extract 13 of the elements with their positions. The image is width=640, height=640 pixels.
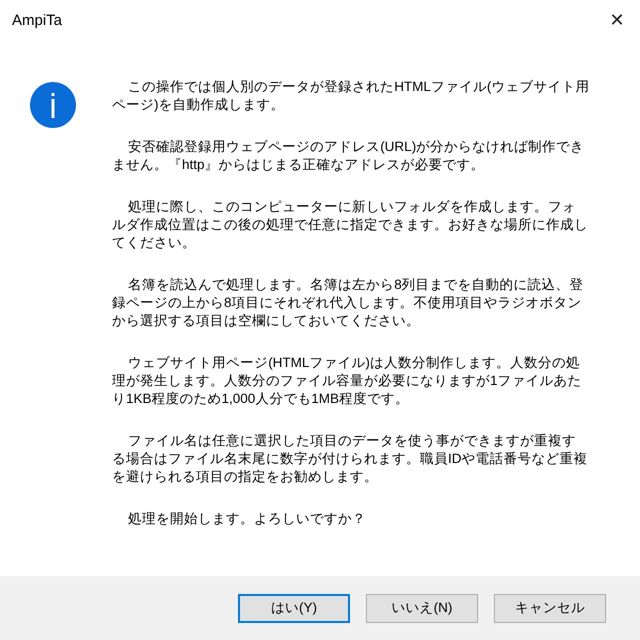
dialog-button[interactable]: キャンセル	[494, 594, 606, 622]
message-text: ファイル名は任意に選択した項目のデータを使う事ができますが重複する場合はファイル名末尾に数字が付けられます。職員IDや電話番号など重複を避けられる項目の指定をお勧めします。	[112, 432, 588, 486]
message-text: この操作では個人別のデータが登録されたHTMLファイル(ウェブサイト用ページ)を自動作成します。	[112, 78, 590, 114]
message-text: 処理に際し、このコンピューターに新しいフォルダを作成します。フォルダ作成位置はこの後の処理で任意に指定できます。お好きな場所に作成してください。	[112, 198, 589, 252]
message-text: ウェブサイト用ページ(HTMLファイル)は人数分制作します。人数分の処理が発生します。人数分のファイル容量が必要になりますが1ファイルあたり1KB程度のため1,000人分でも1MB程度です。	[112, 354, 583, 408]
dialog-button[interactable]: はい(Y)	[238, 594, 350, 622]
message-text: 安否確認登録用ウェブページのアドレス(URL)が分からなければ制作できません。『http』からはじまる正確なアドレスが必要です。	[112, 138, 586, 174]
window-title: AmpiTa	[12, 12, 62, 28]
info-icon	[30, 82, 76, 128]
close-button[interactable]: ✕	[594, 0, 640, 40]
message-text: 名簿を読込んで処理します。名簿は左から8列目までを自動的に読込、登録ページの上から8項目にそれぞれ代入します。不使用項目やラジオボタンから選択する項目は空欄にしておいてください。	[112, 276, 585, 330]
dialog-button[interactable]: いいえ(N)	[366, 594, 478, 622]
message-text: 処理を開始します。よろしいですか？	[127, 510, 368, 528]
